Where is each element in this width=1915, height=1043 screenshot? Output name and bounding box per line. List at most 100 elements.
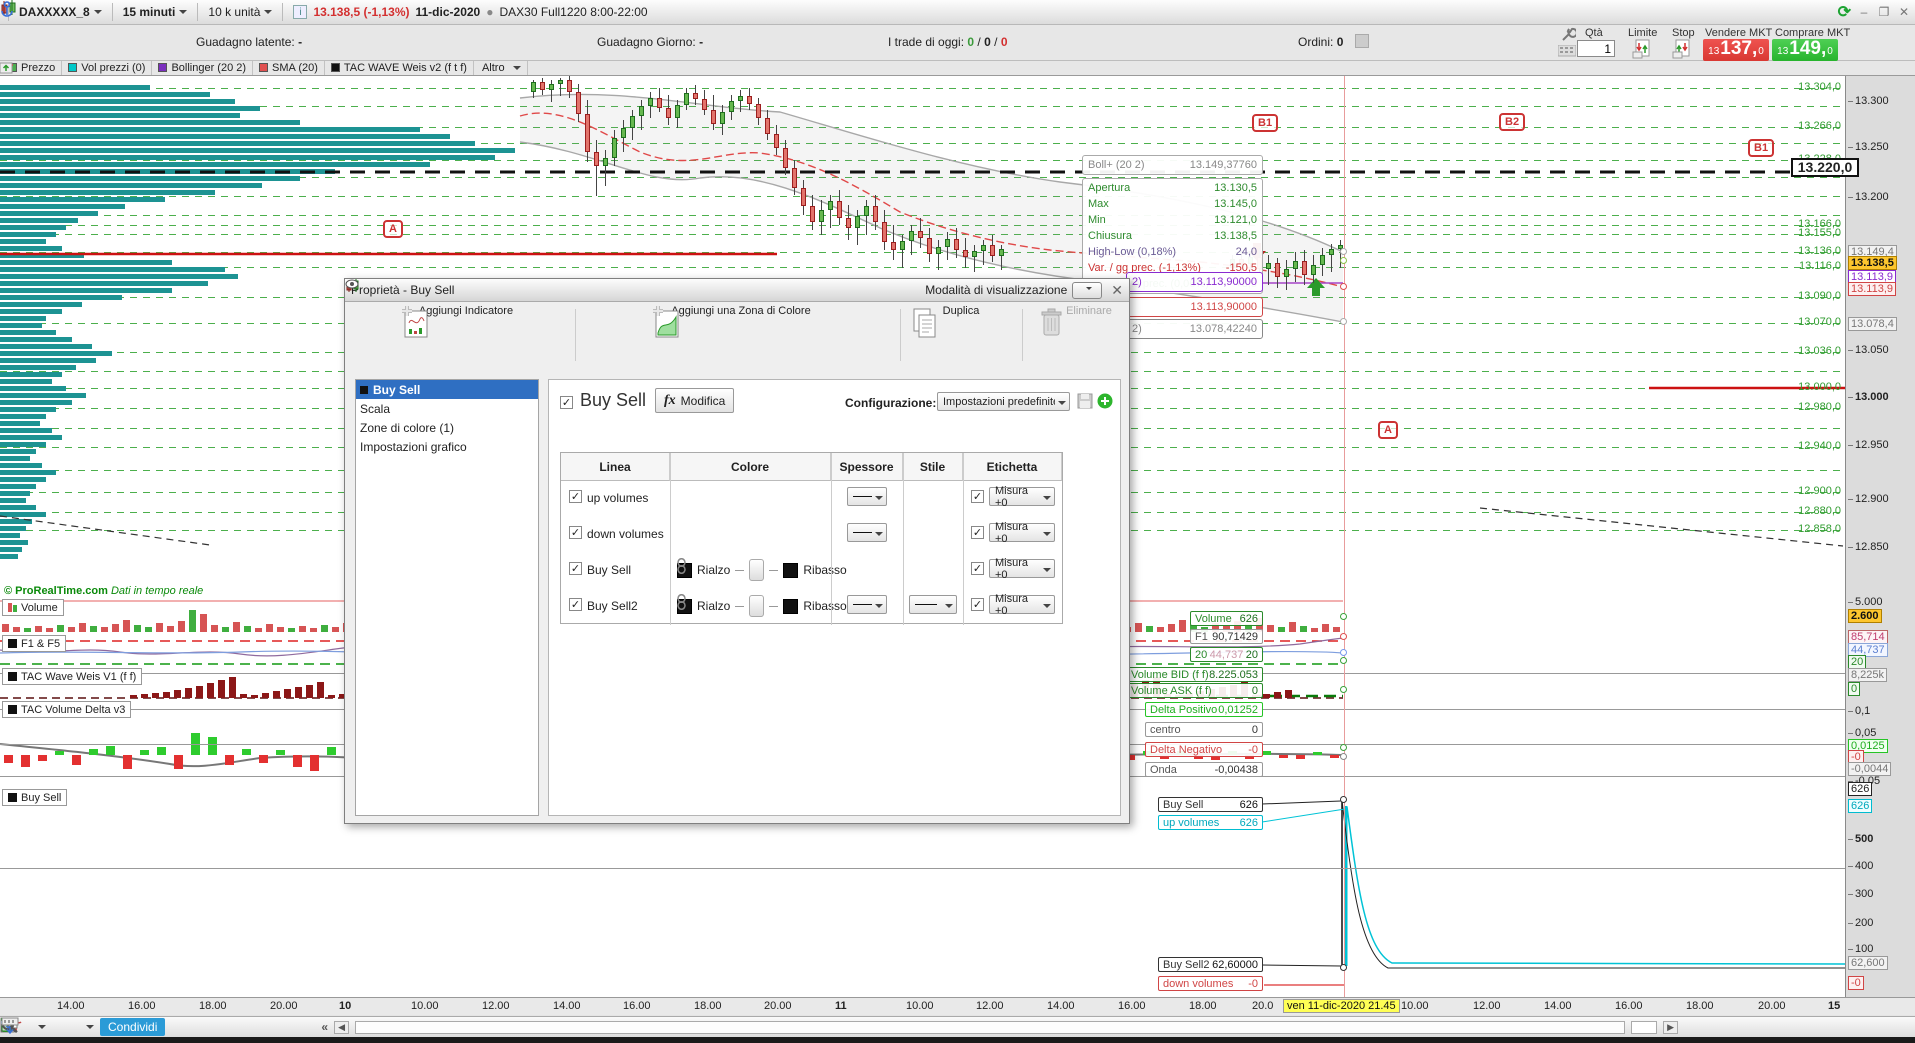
candle-body: [747, 96, 752, 104]
volume-bar: [189, 610, 196, 632]
close-button[interactable]: ✕: [1897, 5, 1911, 19]
share-button[interactable]: Condividi: [0, 1017, 166, 1036]
expand-icon[interactable]: [0, 61, 14, 74]
qty-input[interactable]: [1577, 40, 1615, 57]
value-box-buy-sell2: Buy Sell2 62,60000: [1158, 957, 1263, 972]
stop-order-icon[interactable]: [1672, 39, 1694, 59]
properties-dialog[interactable]: Proprietà - Buy Sell Modalità di visuali…: [344, 278, 1130, 824]
label-dropdown[interactable]: Misura +0: [989, 593, 1055, 617]
orders-grid-icon[interactable]: [1355, 34, 1369, 48]
label-dropdown[interactable]: Misura +0: [989, 521, 1055, 545]
label-dropdown[interactable]: Misura +0: [989, 557, 1055, 581]
time-label: 18.00: [694, 1000, 722, 1012]
checkbox[interactable]: ✓: [569, 562, 582, 575]
limit-label: Limite: [1628, 27, 1658, 39]
zoom-out-icon[interactable]: [1, 1017, 1738, 1036]
anchor-icon[interactable]: [0, 0, 14, 18]
scroll-right-button[interactable]: ▶: [1663, 1020, 1679, 1034]
chat-icon[interactable]: [1, 1018, 195, 1036]
weis-bar: [1274, 692, 1281, 698]
pane-label-f1-f5[interactable]: F1 & F5: [2, 635, 67, 652]
chip-sma-20-[interactable]: SMA (20): [253, 60, 325, 75]
dialog-nav-zone-di-colore-1-[interactable]: Zone di colore (1): [356, 418, 538, 437]
candle-body: [558, 80, 563, 84]
windows-icon[interactable]: [0, 1017, 285, 1036]
time-label: 18.00: [199, 1000, 227, 1012]
checkbox[interactable]: ✓: [569, 526, 582, 539]
green-wrench-icon[interactable]: [1, 1018, 315, 1036]
draw-tool-caret[interactable]: [38, 1025, 46, 1033]
collapse-toolbar-button[interactable]: «: [321, 1020, 328, 1034]
chart-type-icon[interactable]: [0, 1019, 76, 1036]
dialog-nav-buy-sell[interactable]: Buy Sell: [356, 380, 538, 399]
scroll-left-button[interactable]: ◀: [334, 1020, 350, 1034]
instrument-selector[interactable]: DAXXXXX_8: [19, 5, 102, 19]
chart-scrollbar[interactable]: [355, 1020, 1626, 1034]
checkbox[interactable]: ✓: [569, 490, 582, 503]
checkbox[interactable]: ✓: [971, 598, 984, 611]
chip-vol-prezzi-0-[interactable]: Vol prezzi (0): [62, 60, 153, 75]
add-config-icon[interactable]: [1097, 393, 1113, 409]
pane-divider[interactable]: [0, 868, 1845, 869]
config-dropdown[interactable]: Impostazioni predefinite: [937, 392, 1070, 411]
thickness-dropdown[interactable]: [847, 487, 887, 506]
chip-tac-wave-weis-v2-f-t-f-[interactable]: TAC WAVE Weis v2 (f t f): [325, 60, 474, 75]
dialog-close-button[interactable]: ✕: [1111, 282, 1123, 299]
value-marker: [1340, 257, 1347, 264]
news-icon[interactable]: [0, 1017, 225, 1036]
settings-wrench-icon[interactable]: [1560, 27, 1576, 43]
last-price: 13.138,5 (-1,13%): [313, 5, 410, 19]
price-axis[interactable]: 13.300 13.250 13.200 13.050 13.000 12.950 12.9…: [1845, 76, 1915, 1015]
pane-label-volume[interactable]: Volume: [2, 599, 64, 616]
dialog-toolbar-add-color-zone[interactable]: Aggiungi una Zona di Colore: [650, 305, 832, 338]
checkbox[interactable]: ✓: [971, 526, 984, 539]
refresh-icon[interactable]: ⟳: [1838, 2, 1851, 22]
restore-button[interactable]: ❐: [1877, 5, 1891, 19]
minimize-button[interactable]: –: [1857, 5, 1871, 19]
dialog-nav-impostazioni-grafico[interactable]: Impostazioni grafico: [356, 437, 538, 456]
buy-market-button[interactable]: 13 149, 0: [1772, 39, 1838, 61]
view-mode-button[interactable]: [345, 279, 1103, 299]
dialog-toolbar-add-indicator[interactable]: Aggiungi Indicatore: [399, 305, 533, 338]
pane-label-buy-sell[interactable]: Buy Sell: [2, 789, 68, 806]
save-config-icon[interactable]: [1077, 393, 1093, 409]
checkbox[interactable]: ✓: [569, 598, 582, 611]
checkbox[interactable]: ✓: [971, 562, 984, 575]
pane-label-tac-wave-weis-v1-f-f-[interactable]: TAC Wave Weis V1 (f f): [2, 668, 143, 685]
info-icon[interactable]: i: [293, 5, 308, 19]
price-level-label: 13.155,0: [1798, 227, 1841, 239]
link-colors-icon[interactable]: [677, 558, 765, 581]
interval-icon[interactable]: [1, 1017, 1798, 1036]
thickness-dropdown[interactable]: [847, 595, 887, 614]
indicator-enabled-checkbox[interactable]: ✓: [560, 396, 573, 409]
link-colors-icon[interactable]: [677, 594, 765, 617]
price-level-label: 13.304,0: [1798, 81, 1841, 93]
time-axis[interactable]: 14.00 16.00 18.00 20.00 10 10.00 12.00 14.00 16.…: [0, 997, 1915, 1015]
checkbox[interactable]: ✓: [971, 490, 984, 503]
chip-altro[interactable]: Altro: [476, 61, 528, 75]
scrollbar-end[interactable]: [1631, 1020, 1658, 1034]
orderbook-icon[interactable]: [1, 1018, 255, 1036]
ribasso-color-swatch[interactable]: [783, 598, 799, 614]
dialog-titlebar[interactable]: Proprietà - Buy Sell Modalità di visuali…: [345, 279, 1129, 302]
chart-type-caret[interactable]: [86, 1025, 94, 1033]
style-dropdown[interactable]: [909, 595, 957, 614]
dialog-toolbar-duplicate[interactable]: Duplica: [906, 305, 1016, 338]
edit-formula-button[interactable]: fx Modifica: [655, 388, 735, 413]
units-selector[interactable]: 10 k unità: [208, 5, 273, 19]
value-box-up-volumes: up volumes 626: [1158, 815, 1263, 830]
ribasso-color-swatch[interactable]: [783, 562, 799, 578]
timeframe-selector[interactable]: 15 minuti: [123, 5, 188, 19]
pane-label-tac-volume-delta-v3[interactable]: TAC Volume Delta v3: [2, 701, 132, 718]
zoom-in-icon[interactable]: [1, 1017, 1768, 1036]
dialog-nav-scala[interactable]: Scala: [356, 399, 538, 418]
label-dropdown[interactable]: Misura +0: [989, 485, 1055, 509]
candle-body: [837, 201, 842, 218]
axis-tick: 13.000: [1848, 391, 1889, 403]
sell-market-button[interactable]: 13 137, 0: [1703, 39, 1769, 61]
zoom-fit-icon[interactable]: [2, 1018, 1708, 1036]
thickness-dropdown[interactable]: [847, 523, 887, 542]
keypad-icon[interactable]: [1558, 45, 1576, 57]
chip-bollinger-20-2-[interactable]: Bollinger (20 2): [152, 60, 254, 75]
limit-order-icon[interactable]: [1632, 39, 1654, 59]
